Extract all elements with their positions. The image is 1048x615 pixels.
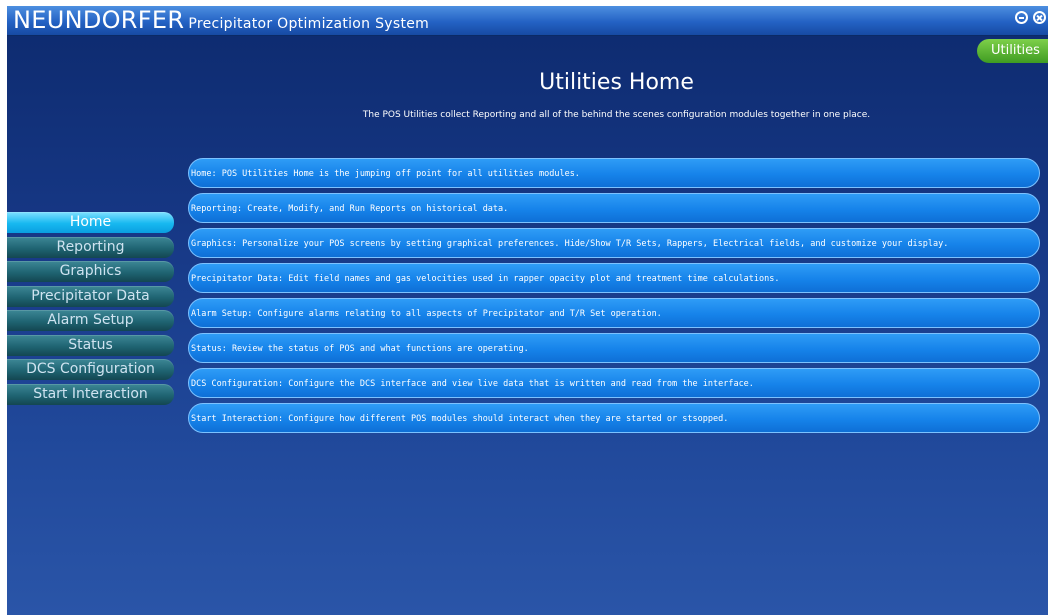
app-subtitle: Precipitator Optimization System bbox=[188, 16, 430, 32]
sidebar-item-status[interactable]: Status bbox=[7, 334, 174, 356]
module-reporting[interactable]: Reporting: Create, Modify, and Run Repor… bbox=[188, 193, 1040, 223]
module-alarm-setup[interactable]: Alarm Setup: Configure alarms relating t… bbox=[188, 298, 1040, 328]
module-dcs-configuration[interactable]: DCS Configuration: Configure the DCS int… bbox=[188, 368, 1040, 398]
sidebar-item-alarm-setup[interactable]: Alarm Setup bbox=[7, 310, 174, 331]
app-window: NEUNDORFER Precipitator Optimization Syst… bbox=[7, 6, 1048, 615]
brand-name: NEUNDORFER bbox=[13, 6, 185, 34]
title-bar: NEUNDORFER Precipitator Optimization Syst… bbox=[7, 6, 1048, 36]
module-list: Home: POS Utilities Home is the jumping … bbox=[188, 158, 1040, 438]
page-description: The POS Utilities collect Reporting and … bbox=[362, 110, 871, 120]
sidebar-item-reporting[interactable]: Reporting bbox=[7, 236, 174, 258]
sidebar-item-start-interaction[interactable]: Start Interaction bbox=[7, 383, 174, 405]
sidebar-nav: Home Reporting Graphics Precipitator Dat… bbox=[7, 212, 177, 408]
module-start-interaction[interactable]: Start Interaction: Configure how differe… bbox=[188, 403, 1040, 433]
sidebar-item-dcs-configuration[interactable]: DCS Configuration bbox=[7, 359, 174, 380]
app-brand: NEUNDORFER Precipitator Optimization Syst… bbox=[13, 6, 429, 39]
module-precipitator-data[interactable]: Precipitator Data: Edit field names and … bbox=[188, 263, 1040, 293]
sidebar-item-home[interactable]: Home bbox=[7, 212, 174, 233]
module-status[interactable]: Status: Review the status of POS and wha… bbox=[188, 333, 1040, 363]
page-title: Utilities Home bbox=[539, 70, 694, 95]
module-home[interactable]: Home: POS Utilities Home is the jumping … bbox=[188, 158, 1040, 188]
close-circle-icon bbox=[1033, 11, 1046, 24]
close-button[interactable] bbox=[1033, 11, 1048, 27]
minimize-button[interactable] bbox=[1015, 11, 1031, 27]
sidebar-item-precipitator-data[interactable]: Precipitator Data bbox=[7, 285, 174, 307]
minimize-circle-icon bbox=[1015, 11, 1028, 24]
module-graphics[interactable]: Graphics: Personalize your POS screens b… bbox=[188, 228, 1040, 258]
sidebar-item-graphics[interactable]: Graphics bbox=[7, 261, 174, 282]
tab-utilities[interactable]: Utilities bbox=[977, 39, 1048, 63]
